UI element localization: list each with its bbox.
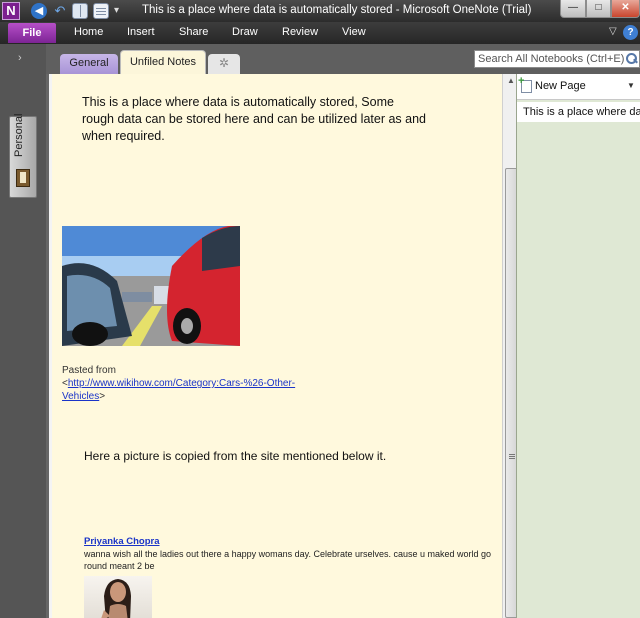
back-icon[interactable]: ◀ bbox=[31, 3, 47, 19]
notebook-label: Personal bbox=[13, 113, 25, 157]
pasted-from-label: Pasted from bbox=[62, 365, 116, 376]
onenote-logo-icon[interactable]: N bbox=[2, 2, 20, 20]
car-image[interactable] bbox=[62, 226, 240, 346]
notebook-icon bbox=[16, 169, 30, 187]
title-bar: N ◀ ↶ ▾ This is a place where data is au… bbox=[0, 0, 640, 22]
full-page-view-icon[interactable] bbox=[93, 3, 109, 19]
dock-to-desktop-icon[interactable] bbox=[72, 3, 88, 19]
new-section-tab-icon[interactable]: ✲ bbox=[208, 54, 240, 74]
tab-insert[interactable]: Insert bbox=[127, 26, 155, 38]
tab-review[interactable]: Review bbox=[282, 26, 318, 38]
customize-toolbar-icon[interactable]: ▾ bbox=[114, 3, 130, 19]
page-canvas-frame: This is a place where data is automatica… bbox=[46, 74, 519, 618]
maximize-button[interactable]: □ bbox=[586, 0, 611, 18]
file-tab[interactable]: File bbox=[8, 23, 56, 43]
page-canvas[interactable]: This is a place where data is automatica… bbox=[52, 74, 502, 618]
close-button[interactable]: ✕ bbox=[611, 0, 640, 18]
tab-view[interactable]: View bbox=[342, 26, 366, 38]
new-page-label: New Page bbox=[535, 80, 586, 92]
note-intro-text[interactable]: This is a place where data is automatica… bbox=[82, 94, 427, 145]
notebook-personal[interactable]: Personal bbox=[9, 113, 37, 198]
ribbon-tab-bar: File Home Insert Share Draw Review View … bbox=[0, 22, 640, 44]
help-icon[interactable]: ? bbox=[623, 25, 638, 40]
tab-home[interactable]: Home bbox=[74, 26, 103, 38]
tab-share[interactable]: Share bbox=[179, 26, 208, 38]
new-page-button[interactable]: New Page ▼ bbox=[517, 74, 640, 100]
profile-photo[interactable] bbox=[84, 576, 152, 618]
pasted-from-source: Pasted from <http://www.wikihow.com/Cate… bbox=[62, 364, 302, 403]
notebook-pane: › Personal bbox=[0, 44, 46, 618]
expand-notebook-pane-icon[interactable]: › bbox=[18, 52, 22, 64]
chevron-down-icon[interactable]: ▼ bbox=[627, 81, 635, 90]
author-link[interactable]: Priyanka Chopra bbox=[84, 536, 160, 547]
search-input[interactable]: Search All Notebooks (Ctrl+E) bbox=[474, 50, 640, 68]
new-page-icon bbox=[518, 75, 532, 93]
window-title: This is a place where data is automatica… bbox=[142, 4, 532, 16]
section-tab-general[interactable]: General bbox=[60, 54, 118, 74]
search-placeholder: Search All Notebooks (Ctrl+E) bbox=[478, 53, 625, 65]
section-tab-unfiled-notes[interactable]: Unfiled Notes bbox=[120, 50, 206, 74]
scroll-grip-icon bbox=[509, 454, 515, 455]
source-link[interactable]: http://www.wikihow.com/Category:Cars-%26… bbox=[62, 378, 295, 402]
picture-note-text[interactable]: Here a picture is copied from the site m… bbox=[84, 449, 386, 463]
minimize-button[interactable]: — bbox=[560, 0, 586, 18]
search-icon[interactable] bbox=[626, 53, 637, 64]
undo-icon[interactable]: ↶ bbox=[52, 3, 68, 19]
tab-draw[interactable]: Draw bbox=[232, 26, 258, 38]
pasted-from-close: > bbox=[99, 391, 106, 402]
page-list-pane: New Page ▼ This is a place where data is… bbox=[516, 74, 640, 618]
post-text[interactable]: wanna wish all the ladies out there a ha… bbox=[84, 548, 502, 572]
section-tab-bar: General Unfiled Notes ✲ Search All Noteb… bbox=[46, 44, 640, 74]
page-list-item[interactable]: This is a place where data is automatica… bbox=[517, 102, 640, 122]
collapse-ribbon-icon[interactable]: ▽ bbox=[609, 26, 617, 37]
